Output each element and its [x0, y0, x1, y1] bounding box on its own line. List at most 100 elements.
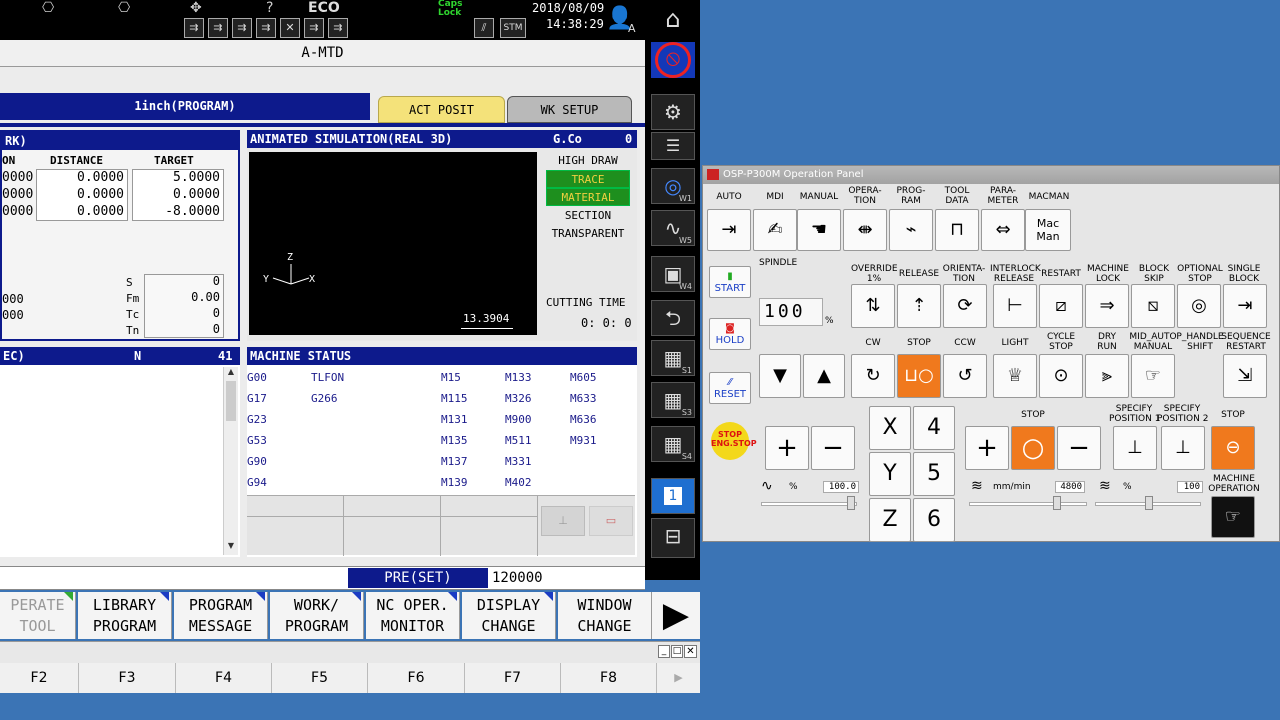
interlock-release-button[interactable]: ⊢	[993, 284, 1037, 328]
operation-mode-button[interactable]: ⇼	[843, 209, 887, 251]
sequence-restart-button[interactable]: ⇲	[1223, 354, 1267, 398]
fnum-f2[interactable]: F2	[0, 663, 79, 693]
w5-icon[interactable]: ∿ W5	[651, 210, 695, 246]
toolbar-icon-8[interactable]: ⫽	[474, 18, 494, 38]
page-1-button[interactable]: 1	[651, 478, 695, 514]
scroll-thumb[interactable]	[226, 381, 236, 421]
fnum-next-icon[interactable]: ▶	[657, 663, 700, 693]
optional-stop-button[interactable]: ◎	[1177, 284, 1221, 328]
camera-icon-2[interactable]: ⎔	[118, 0, 130, 16]
tool-data-mode-button[interactable]: ⊓	[935, 209, 979, 251]
feed-stop-button[interactable]: ○	[1011, 426, 1055, 470]
rapid-slider-thumb[interactable]	[1145, 496, 1153, 510]
feed-minus-button[interactable]: −	[1057, 426, 1101, 470]
specify-position-1-button[interactable]: ⊥	[1113, 426, 1157, 470]
scroll-down-icon[interactable]: ▼	[224, 541, 238, 555]
toolbar-icon-4[interactable]: ⇉	[256, 18, 276, 38]
restart-button[interactable]: ⧄	[1039, 284, 1083, 328]
menu-icon[interactable]: ☰	[651, 132, 695, 160]
eco-label[interactable]: ECO	[308, 0, 340, 16]
transparent-button[interactable]: TRANSPARENT	[546, 225, 630, 243]
fkey-program-message[interactable]: PROGRAM MESSAGE	[174, 592, 268, 639]
s3-icon[interactable]: ▦ S3	[651, 382, 695, 418]
fnum-f8[interactable]: F8	[561, 663, 657, 693]
orientation-button[interactable]: ⟳	[943, 284, 987, 328]
cycle-stop-button[interactable]: ⊙	[1039, 354, 1083, 398]
w4-icon[interactable]: ▣ W4	[651, 256, 695, 292]
reset-button[interactable]: ⁄⁄ RESET	[709, 372, 751, 404]
spindle-slider-thumb[interactable]	[847, 496, 855, 510]
next-page-arrow-icon[interactable]: ▶	[652, 592, 700, 639]
machine-lock-button[interactable]: ⇒	[1085, 284, 1129, 328]
manual-mode-button[interactable]: ☚	[797, 209, 841, 251]
mdi-mode-button[interactable]: ✍	[753, 209, 797, 251]
tab-wk-setup[interactable]: WK SETUP	[507, 96, 632, 123]
simulation-viewport[interactable]: Z Y X 13.3904	[249, 152, 537, 335]
return-icon[interactable]: ⮌	[651, 300, 695, 336]
block-skip-button[interactable]: ⧅	[1131, 284, 1175, 328]
axis-x-button[interactable]: X	[869, 406, 911, 450]
home-icon[interactable]: ⌂	[651, 2, 695, 38]
trace-button[interactable]: TRACE	[546, 170, 630, 188]
s4-icon[interactable]: ▦ S4	[651, 426, 695, 462]
fnum-f7[interactable]: F7	[465, 663, 561, 693]
machine-operation-button[interactable]: ☞	[1211, 496, 1255, 538]
cycle-start-button[interactable]: ▮ START	[709, 266, 751, 298]
display-switch-icon[interactable]: ⊟	[651, 518, 695, 558]
feed-slider-track[interactable]	[969, 502, 1087, 506]
program-scrollbar[interactable]: ▲ ▼	[223, 367, 238, 555]
feed-slider-thumb[interactable]	[1053, 496, 1061, 510]
maximize-icon[interactable]: □	[671, 645, 683, 658]
spindle-slider-track[interactable]	[761, 502, 857, 506]
spindle-down-button[interactable]: ▼	[759, 354, 801, 398]
program-mode-button[interactable]: ⌁	[889, 209, 933, 251]
toolbar-icon-2[interactable]: ⇉	[208, 18, 228, 38]
window-settings-icon[interactable]: ⚙	[651, 94, 695, 130]
spindle-stop-button[interactable]: ⊔○	[897, 354, 941, 398]
mid-auto-manual-button[interactable]: ☞	[1131, 354, 1175, 398]
no-entry-icon[interactable]: ⦸	[651, 42, 695, 78]
section-button[interactable]: SECTION	[546, 207, 630, 225]
position-stop-button[interactable]: ⊖	[1211, 426, 1255, 470]
tab-act-posit[interactable]: ACT POSIT	[378, 96, 505, 123]
s1-icon[interactable]: ▦ S1	[651, 340, 695, 376]
spindle-cw-button[interactable]: ↻	[851, 354, 895, 398]
preset-input[interactable]: 120000	[490, 568, 640, 588]
axis-z-button[interactable]: Z	[869, 498, 911, 542]
fkey-window-change[interactable]: WINDOW CHANGE	[558, 592, 652, 639]
fnum-f4[interactable]: F4	[176, 663, 272, 693]
fnum-f5[interactable]: F5	[272, 663, 368, 693]
fnum-f6[interactable]: F6	[368, 663, 465, 693]
fkey-display-change[interactable]: DISPLAY CHANGE	[462, 592, 556, 639]
macman-button[interactable]: Mac Man	[1025, 209, 1071, 251]
override-1pct-button[interactable]: ⇅	[851, 284, 895, 328]
jog-minus-button[interactable]: −	[811, 426, 855, 470]
spindle-ccw-button[interactable]: ↺	[943, 354, 987, 398]
spindle-up-button[interactable]: ▲	[803, 354, 845, 398]
auto-mode-button[interactable]: ⇥	[707, 209, 751, 251]
toolbar-icon-6[interactable]: ⇉	[304, 18, 324, 38]
light-button[interactable]: ♕	[993, 354, 1037, 398]
toolbar-icon-1[interactable]: ⇉	[184, 18, 204, 38]
fkey-operate-tool[interactable]: PERATE TOOL	[0, 592, 76, 639]
close-icon[interactable]: ✕	[684, 645, 697, 658]
fnum-f3[interactable]: F3	[79, 663, 176, 693]
axis-4-button[interactable]: 4	[913, 406, 955, 450]
parameter-mode-button[interactable]: ⇔	[981, 209, 1025, 251]
axis-6-button[interactable]: 6	[913, 498, 955, 542]
emergency-stop-button[interactable]: STOP ENG.STOP	[711, 422, 757, 460]
high-draw-button[interactable]: HIGH DRAW	[546, 152, 630, 170]
axis-5-button[interactable]: 5	[913, 452, 955, 496]
help-icon[interactable]: ?	[266, 0, 273, 16]
single-block-button[interactable]: ⇥	[1223, 284, 1267, 328]
toolbar-icon-3[interactable]: ⇉	[232, 18, 252, 38]
feed-plus-button[interactable]: +	[965, 426, 1009, 470]
material-button[interactable]: MATERIAL	[546, 188, 630, 206]
w1-icon[interactable]: ◎ W1	[651, 168, 695, 204]
jog-plus-button[interactable]: +	[765, 426, 809, 470]
camera-icon[interactable]: ⎔	[42, 0, 54, 16]
stm-icon[interactable]: STM	[500, 18, 526, 38]
dry-run-button[interactable]: ⫸	[1085, 354, 1129, 398]
minimize-icon[interactable]: _	[658, 645, 670, 658]
fkey-nc-oper-monitor[interactable]: NC OPER. MONITOR	[366, 592, 460, 639]
